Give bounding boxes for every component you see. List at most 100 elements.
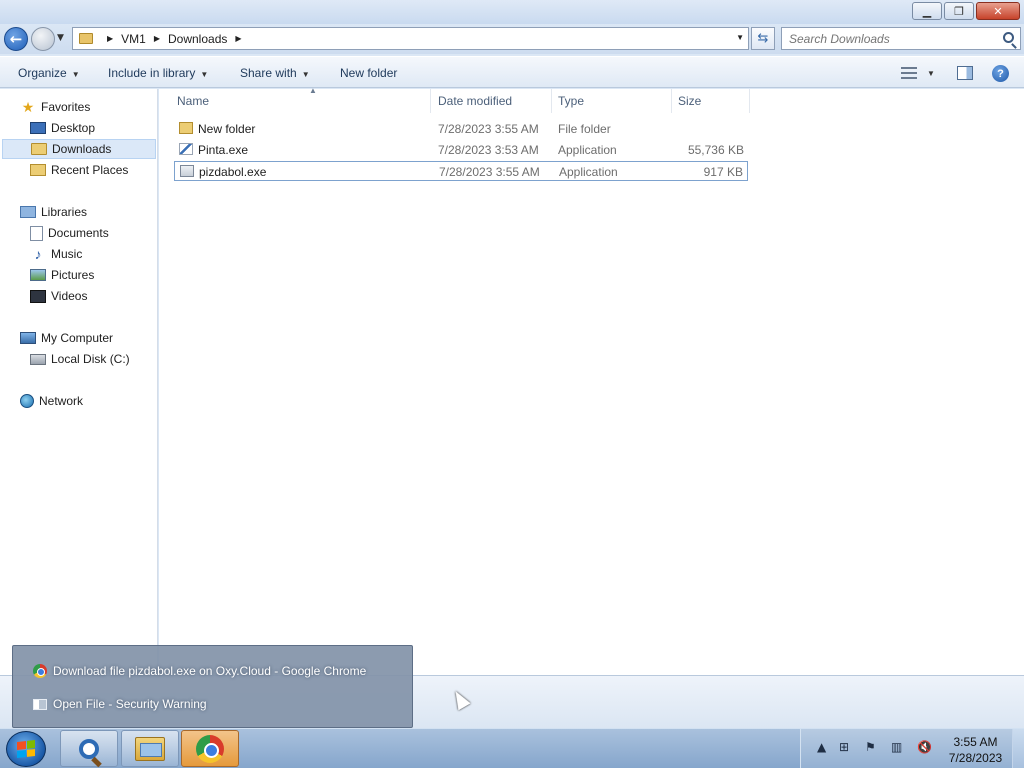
search-box[interactable]	[781, 27, 1021, 50]
column-header-label: Name	[177, 94, 210, 108]
column-header-label: Type	[558, 94, 585, 108]
windows-logo-icon	[17, 740, 35, 758]
sidebar-item-libraries[interactable]: Libraries	[20, 202, 155, 222]
popup-item-security-warning[interactable]: Open File - Security Warning	[33, 695, 207, 713]
sidebar-item-favorites[interactable]: ★ Favorites	[20, 97, 155, 117]
computer-icon	[20, 332, 36, 344]
sidebar-item-music[interactable]: ♪ Music	[30, 244, 155, 264]
dropdown-arrow-icon: ▼	[301, 70, 310, 79]
navigation-pane: ★ Favorites Desktop Downloads Recent Plac…	[0, 89, 158, 675]
breadcrumb-separator-icon[interactable]: ▶	[107, 34, 113, 43]
taskbar-search-app[interactable]	[60, 730, 118, 767]
sidebar-item-label: Videos	[51, 289, 88, 303]
breadcrumb-vm1[interactable]: VM1	[121, 32, 146, 46]
address-dropdown-icon[interactable]: ▼	[736, 33, 744, 42]
view-options-dropdown-icon[interactable]: ▼	[927, 69, 935, 78]
network-tray-icon[interactable]: ⊞	[839, 740, 849, 754]
restore-button[interactable]: ❐	[944, 2, 974, 20]
sidebar-item-label: Local Disk (C:)	[51, 352, 130, 366]
network-connection-icon[interactable]: ▥	[891, 740, 902, 754]
column-header-name[interactable]: Name ▲	[171, 86, 431, 113]
address-bar[interactable]: ▶ VM1 ▶ Downloads ▶ ▼	[72, 27, 749, 50]
close-button[interactable]: ✕	[976, 2, 1020, 20]
include-in-library-menu[interactable]: Include in library ▼	[108, 66, 208, 80]
volume-muted-icon[interactable]: 🔇	[917, 740, 932, 754]
show-hidden-icons-chevron-icon[interactable]: ▲	[817, 740, 826, 754]
file-type: Application	[559, 165, 618, 179]
recent-pages-dropdown[interactable]: ▼	[57, 33, 64, 43]
file-name: Pinta.exe	[198, 143, 249, 157]
help-icon[interactable]: ?	[992, 65, 1009, 82]
sidebar-item-label: Recent Places	[51, 163, 129, 177]
sidebar-item-desktop[interactable]: Desktop	[30, 118, 155, 138]
search-input[interactable]	[782, 28, 992, 49]
sidebar-item-videos[interactable]: Videos	[30, 286, 155, 306]
breadcrumb-separator-icon[interactable]: ▶	[154, 34, 160, 43]
show-desktop-button[interactable]	[1012, 729, 1024, 768]
sidebar-item-my-computer[interactable]: My Computer	[20, 328, 155, 348]
dropdown-arrow-icon: ▼	[200, 70, 209, 79]
sidebar-item-local-disk[interactable]: Local Disk (C:)	[30, 349, 155, 369]
popup-item-label: Download file pizdabol.exe on Oxy.Cloud …	[53, 664, 367, 678]
sidebar-item-documents[interactable]: Documents	[30, 223, 155, 243]
chrome-icon	[33, 664, 47, 678]
column-header-size[interactable]: Size	[672, 89, 750, 113]
sidebar-item-label: Desktop	[51, 121, 96, 135]
sidebar-item-label: Music	[51, 247, 83, 261]
sidebar-item-pictures[interactable]: Pictures	[30, 265, 155, 285]
pictures-icon	[30, 269, 46, 281]
minimize-button[interactable]: ▁	[912, 2, 942, 20]
downloads-folder-icon	[31, 143, 47, 155]
sidebar-item-label: Pictures	[51, 268, 95, 282]
desktop-icon	[30, 122, 46, 134]
folder-icon	[79, 33, 93, 44]
folder-icon	[179, 122, 193, 134]
sidebar-item-label: Network	[39, 394, 84, 408]
clock-date: 7/28/2023	[948, 751, 1003, 765]
file-date-modified: 7/28/2023 3:55 AM	[438, 122, 539, 136]
taskbar-windows-explorer[interactable]	[121, 730, 179, 767]
share-with-menu[interactable]: Share with ▼	[240, 66, 310, 80]
clock-time: 3:55 AM	[953, 735, 998, 749]
sidebar-item-downloads[interactable]: Downloads	[2, 139, 156, 159]
new-folder-button[interactable]: New folder	[340, 66, 397, 80]
libraries-icon	[20, 206, 36, 218]
chrome-icon	[196, 734, 224, 763]
window-titlebar[interactable]: ▁ ❐ ✕	[0, 0, 1024, 24]
hard-disk-icon	[30, 353, 46, 365]
popup-item-chrome-download[interactable]: Download file pizdabol.exe on Oxy.Cloud …	[33, 662, 366, 680]
breadcrumb-downloads[interactable]: Downloads	[168, 32, 227, 46]
forward-button[interactable]	[31, 27, 55, 51]
dropdown-arrow-icon: ▼	[71, 70, 80, 79]
search-magnifier-icon	[79, 738, 99, 759]
application-icon	[180, 165, 194, 177]
action-center-flag-icon[interactable]: ⚑	[865, 740, 876, 754]
back-button[interactable]: ←	[4, 27, 28, 51]
sidebar-item-label: Libraries	[41, 205, 88, 219]
column-header-date-modified[interactable]: Date modified	[432, 89, 552, 113]
file-row-pizdabol-exe[interactable]: pizdabol.exe 7/28/2023 3:55 AM Applicati…	[174, 161, 748, 181]
preview-pane-icon[interactable]	[957, 66, 973, 80]
refresh-button[interactable]: ⇆	[751, 27, 775, 50]
music-note-icon: ♪	[34, 246, 42, 262]
organize-menu[interactable]: Organize ▼	[18, 66, 80, 80]
file-list: Name ▲ Date modified Type Size New folder…	[159, 86, 1024, 675]
windows-explorer-icon	[135, 736, 165, 761]
refresh-icon: ⇆	[757, 31, 769, 46]
breadcrumb-separator-icon[interactable]: ▶	[235, 34, 241, 43]
taskbar-google-chrome[interactable]	[181, 730, 239, 767]
file-row-new-folder[interactable]: New folder 7/28/2023 3:55 AM File folder	[174, 119, 748, 139]
sidebar-item-network[interactable]: Network	[20, 391, 155, 411]
star-icon: ★	[21, 99, 35, 115]
navigation-bar: ← ▼ ▶ VM1 ▶ Downloads ▶ ▼ ⇆	[0, 24, 1024, 54]
start-button[interactable]	[6, 731, 46, 767]
file-row-pinta-exe[interactable]: Pinta.exe 7/28/2023 3:53 AM Application …	[174, 140, 748, 160]
search-icon[interactable]	[1003, 32, 1014, 43]
sidebar-item-recent-places[interactable]: Recent Places	[30, 160, 155, 180]
file-type: File folder	[558, 122, 611, 136]
column-header-type[interactable]: Type	[552, 89, 672, 113]
change-view-icon[interactable]	[901, 67, 917, 79]
taskbar-clock[interactable]: 3:55 AM 7/28/2023	[943, 734, 1008, 766]
column-header-label: Size	[678, 94, 702, 108]
command-bar: Organize ▼ Include in library ▼ Share with…	[0, 56, 1024, 88]
